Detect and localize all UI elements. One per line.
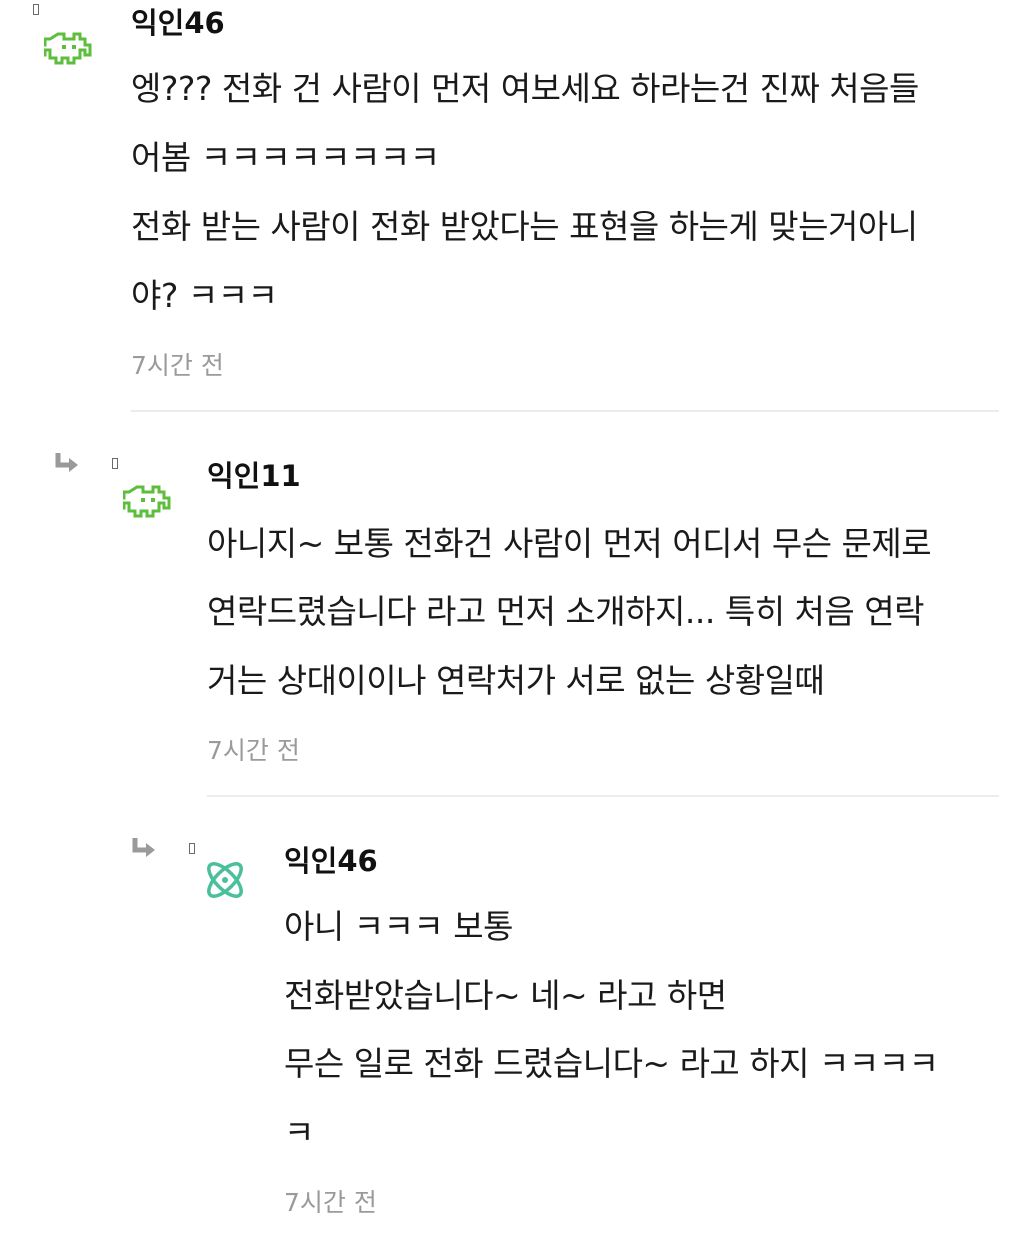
author-name[interactable]: 익인46: [131, 0, 225, 42]
comment-text-line: 거는 상대이이나 연락처가 서로 없는 상황일때: [207, 661, 825, 700]
comment-text-line: 전화받았습니다~ 네~ 라고 하면: [284, 976, 727, 1015]
reply-arrow-icon: [132, 838, 155, 857]
comment-divider: [207, 795, 999, 797]
comment-marker: [189, 843, 195, 854]
comment-text-line: 연락드렸습니다 라고 먼저 소개하지... 특히 처음 연락: [207, 592, 924, 631]
comment-marker: [33, 4, 39, 15]
pixel-invader-icon: [123, 485, 171, 518]
comment-text-line: 어봄 ㅋㅋㅋㅋㅋㅋㅋㅋ: [131, 138, 440, 177]
author-name[interactable]: 익인11: [207, 453, 301, 495]
comment-text-line: 무슨 일로 전화 드렸습니다~ 라고 하지 ㅋㅋㅋㅋ: [284, 1044, 939, 1083]
reply-arrow-icon: [55, 453, 78, 472]
comment-text-line: 아니 ㅋㅋㅋ 보통: [284, 907, 514, 946]
timestamp: 7시간 전: [131, 351, 224, 380]
comment-text-line: 전화 받는 사람이 전화 받았다는 표현을 하는게 맞는거아니: [131, 207, 918, 246]
timestamp: 7시간 전: [207, 736, 300, 765]
comment-divider: [131, 410, 999, 412]
timestamp: 7시간 전: [284, 1188, 377, 1217]
author-name[interactable]: 익인46: [284, 838, 378, 880]
pixel-invader-icon: [44, 32, 92, 65]
comment-text-line: 아니지~ 보통 전화건 사람이 먼저 어디서 무슨 문제로: [207, 524, 932, 563]
comment-text-line: ㅋ: [284, 1113, 314, 1152]
comment-marker: [112, 458, 118, 469]
comment-text-line: 엥??? 전화 건 사람이 먼저 여보세요 하라는건 진짜 처음들: [131, 69, 919, 108]
comment-text-line: 야? ㅋㅋㅋ: [131, 276, 278, 315]
atom-icon: [207, 862, 243, 898]
